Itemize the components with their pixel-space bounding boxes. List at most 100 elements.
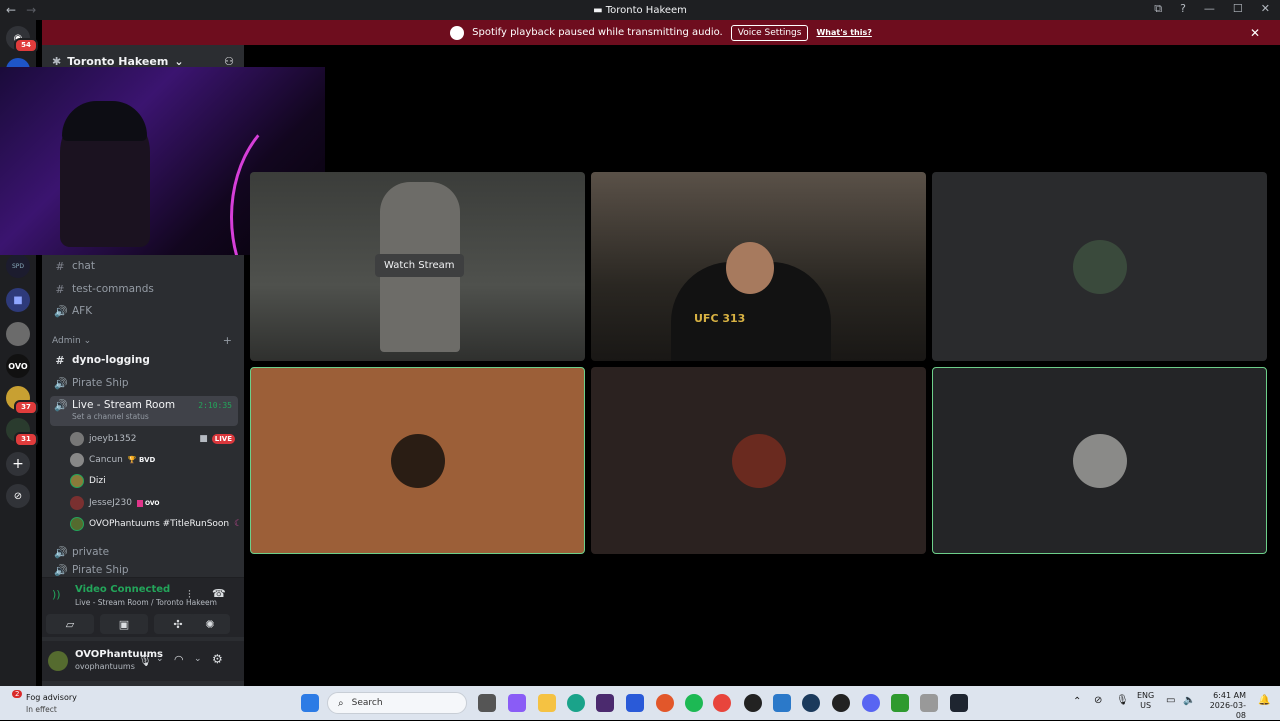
close-window-button[interactable]: ✕ bbox=[1261, 2, 1270, 16]
network-off-icon[interactable]: ⊘ bbox=[1094, 695, 1102, 706]
soundboard-button[interactable]: ✺ bbox=[190, 614, 230, 634]
voice-settings-button[interactable]: Voice Settings bbox=[730, 24, 809, 41]
app-icon-dark[interactable] bbox=[950, 694, 968, 712]
weather-badge: 2 bbox=[12, 690, 23, 698]
whats-this-link[interactable]: What's this? bbox=[816, 28, 871, 37]
spotify-notice-banner: Spotify playback paused while transmitti… bbox=[42, 20, 1280, 45]
participant-tile-2[interactable] bbox=[591, 367, 926, 554]
channel-label: private bbox=[72, 546, 110, 558]
channel-private[interactable]: 🔊 private bbox=[50, 542, 238, 562]
app-icon-blue[interactable] bbox=[626, 694, 644, 712]
headphones-icon[interactable]: ◠ bbox=[174, 653, 184, 666]
channel-pirate-ship[interactable]: 🔊 Pirate Ship bbox=[50, 373, 238, 393]
member-ovophantuums[interactable]: OVOPhantuums #TitleRunSoon ☾ bbox=[70, 515, 242, 533]
voice-channel-live-stream-room[interactable]: 🔊 Live - Stream Room Set a channel statu… bbox=[50, 396, 238, 426]
weather-widget[interactable]: 2 Fog advisory In effect bbox=[8, 689, 98, 717]
channel-test-commands[interactable]: # test-commands bbox=[50, 279, 238, 299]
channel-chat[interactable]: # chat bbox=[50, 256, 238, 276]
chevron-up-icon[interactable]: ⌃ bbox=[1073, 696, 1081, 707]
watch-stream-button[interactable]: Watch Stream bbox=[375, 254, 464, 277]
member-joeyb1352[interactable]: joeyb1352 ■ LIVE bbox=[70, 430, 235, 448]
voice-location[interactable]: Live - Stream Room / Toronto Hakeem bbox=[75, 598, 217, 607]
participant-tile-speaking[interactable] bbox=[250, 367, 585, 554]
participant-tile-1[interactable] bbox=[932, 172, 1267, 361]
file-explorer-icon[interactable] bbox=[538, 694, 556, 712]
participant-tile-3[interactable] bbox=[932, 367, 1267, 554]
channel-status-placeholder[interactable]: Set a channel status bbox=[72, 412, 175, 421]
app-icon-chart[interactable] bbox=[773, 694, 791, 712]
server-badge-2: 31 bbox=[14, 432, 38, 447]
mic-tray-icon[interactable]: 🎙 bbox=[1116, 695, 1129, 706]
video-tile-ufc[interactable]: UFC 313 bbox=[591, 172, 926, 361]
inbox-icon[interactable]: ⧉ bbox=[1154, 2, 1162, 16]
region-text: US bbox=[1140, 701, 1152, 710]
hash-icon: # bbox=[55, 282, 65, 296]
server-icon-ovo[interactable]: OVO bbox=[6, 354, 30, 378]
discover-icon[interactable]: ⊘ bbox=[6, 484, 30, 508]
task-view-icon[interactable] bbox=[478, 694, 496, 712]
add-server-icon[interactable]: + bbox=[6, 452, 30, 476]
member-cancun[interactable]: Cancun 🏆 BVD bbox=[70, 451, 155, 469]
channel-label: AFK bbox=[72, 305, 93, 317]
chevron-down-icon[interactable]: ⌄ bbox=[156, 654, 164, 664]
voice-channel-text: Live - Stream Room Set a channel status bbox=[72, 399, 175, 421]
search-placeholder: Search bbox=[351, 698, 383, 708]
mic-icon[interactable]: 🎙 bbox=[138, 654, 152, 667]
taskbar-search[interactable]: ⌕ Search bbox=[327, 692, 467, 714]
signal-icon: )) bbox=[52, 588, 61, 601]
weather-title: Fog advisory bbox=[26, 693, 77, 702]
server-icon-folder[interactable]: ■ bbox=[6, 288, 30, 312]
edge-icon[interactable] bbox=[567, 694, 585, 712]
display-icon[interactable]: ▭ bbox=[1166, 695, 1175, 706]
clock[interactable]: 6:41 AM 2026-03-08 bbox=[1202, 691, 1246, 721]
help-icon[interactable]: ? bbox=[1180, 2, 1186, 16]
lang-indicator[interactable]: ENG US bbox=[1137, 691, 1154, 711]
window-title: ▬ Toronto Hakeem bbox=[0, 5, 1280, 16]
app-icon-orange[interactable] bbox=[656, 694, 674, 712]
app-icon-gray[interactable] bbox=[920, 694, 938, 712]
channel-pirate-ship-2[interactable]: 🔊 Pirate Ship bbox=[50, 564, 238, 576]
member-jessej230[interactable]: JesseJ230 OVO bbox=[70, 494, 160, 512]
stream-tile-baseball[interactable]: Watch Stream bbox=[250, 172, 585, 361]
notification-icon[interactable]: 🔔 bbox=[1258, 695, 1270, 706]
avatar bbox=[70, 517, 84, 531]
channel-afk[interactable]: 🔊 AFK bbox=[50, 301, 238, 321]
banner-close-icon[interactable]: ✕ bbox=[1250, 26, 1260, 40]
voice-connection-panel: )) Video Connected Live - Stream Room / … bbox=[42, 577, 244, 637]
lang-text: ENG bbox=[1137, 691, 1155, 700]
server-icon-speed[interactable]: SPD bbox=[6, 254, 30, 278]
chrome-icon[interactable] bbox=[713, 694, 731, 712]
channel-dyno-logging[interactable]: # dyno-logging bbox=[50, 350, 238, 370]
add-channel-icon[interactable]: + bbox=[223, 334, 232, 347]
camera-off-button[interactable]: ▱ bbox=[46, 614, 94, 634]
spotify-icon[interactable] bbox=[685, 694, 703, 712]
voice-status[interactable]: Video Connected bbox=[75, 584, 170, 595]
app-icon-4k[interactable] bbox=[744, 694, 762, 712]
member-dizi[interactable]: Dizi bbox=[70, 472, 106, 490]
date-text: 2026-03-08 bbox=[1209, 701, 1246, 720]
discord-icon[interactable] bbox=[862, 694, 880, 712]
maximize-button[interactable]: ☐ bbox=[1233, 2, 1243, 16]
channel-label: Pirate Ship bbox=[72, 564, 129, 576]
user-avatar[interactable] bbox=[48, 651, 68, 671]
screen-share-button[interactable]: ▣ bbox=[100, 614, 148, 634]
steam-icon[interactable] bbox=[802, 694, 820, 712]
server-icon-avatar[interactable] bbox=[6, 322, 30, 346]
disconnect-icon[interactable]: ☎ bbox=[212, 587, 226, 600]
app-icon-black[interactable] bbox=[832, 694, 850, 712]
xbox-icon[interactable] bbox=[891, 694, 909, 712]
start-icon[interactable] bbox=[301, 694, 319, 712]
member-name: OVOPhantuums #TitleRunSoon bbox=[89, 519, 230, 529]
speaker-icon: 🔊 bbox=[54, 545, 68, 559]
member-tag: 🏆 BVD bbox=[127, 456, 156, 464]
app-icon-next[interactable] bbox=[596, 694, 614, 712]
category-admin[interactable]: Admin ⌄ bbox=[52, 336, 91, 346]
minimize-button[interactable]: — bbox=[1204, 2, 1215, 16]
copilot-icon[interactable] bbox=[508, 694, 526, 712]
chevron-down-icon[interactable]: ⌄ bbox=[194, 654, 202, 664]
add-member-icon[interactable]: ⚇ bbox=[224, 55, 234, 68]
camera-icon: ■ bbox=[199, 434, 208, 444]
noise-suppression-icon[interactable]: ⫶ bbox=[188, 588, 191, 602]
volume-icon[interactable]: 🔈 bbox=[1183, 695, 1195, 706]
gear-icon[interactable]: ⚙ bbox=[212, 652, 223, 666]
